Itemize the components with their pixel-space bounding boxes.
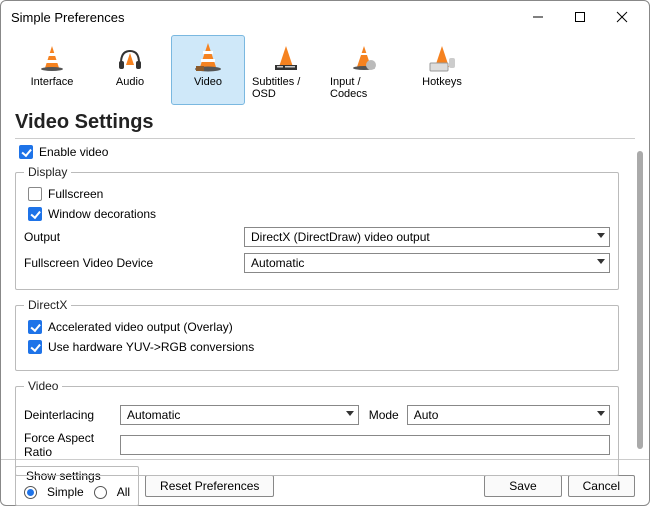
tab-subtitles[interactable]: Subtitles / OSD xyxy=(249,35,323,105)
mode-select[interactable]: Auto xyxy=(407,405,610,425)
maximize-button[interactable] xyxy=(559,3,601,31)
category-toolbar: Interface Audio Video Subtitles / OSD In… xyxy=(1,33,649,109)
fullscreen-checkbox[interactable] xyxy=(28,187,42,201)
tab-hotkeys[interactable]: Hotkeys xyxy=(405,35,479,105)
all-label: All xyxy=(117,485,130,499)
tab-audio[interactable]: Audio xyxy=(93,35,167,105)
video-legend: Video xyxy=(24,379,62,393)
page-title: Video Settings xyxy=(1,109,649,136)
tab-input-codecs[interactable]: Input / Codecs xyxy=(327,35,401,105)
close-button[interactable] xyxy=(601,3,643,31)
fullscreen-label: Fullscreen xyxy=(48,187,103,201)
cone-disc-icon xyxy=(346,42,382,74)
video-group: Video Deinterlacing Automatic Mode Auto … xyxy=(15,379,619,476)
cone-keyboard-icon xyxy=(424,42,460,74)
tab-label: Video xyxy=(194,76,222,88)
tab-label: Hotkeys xyxy=(422,76,462,88)
tab-label: Subtitles / OSD xyxy=(252,76,320,100)
mode-value: Auto xyxy=(414,408,439,422)
chevron-down-icon xyxy=(597,411,605,416)
tab-label: Input / Codecs xyxy=(330,76,398,100)
save-button[interactable]: Save xyxy=(484,475,561,497)
fullscreen-row[interactable]: Fullscreen xyxy=(28,187,610,201)
reset-preferences-button[interactable]: Reset Preferences xyxy=(145,475,274,497)
chevron-down-icon xyxy=(346,411,354,416)
all-radio[interactable] xyxy=(94,486,107,499)
device-label: Fullscreen Video Device xyxy=(24,256,244,270)
yuv-label: Use hardware YUV->RGB conversions xyxy=(48,340,254,354)
tab-interface[interactable]: Interface xyxy=(15,35,89,105)
overlay-label: Accelerated video output (Overlay) xyxy=(48,320,233,334)
minimize-button[interactable] xyxy=(517,3,559,31)
tab-label: Audio xyxy=(116,76,144,88)
titlebar: Simple Preferences xyxy=(1,1,649,33)
cancel-button[interactable]: Cancel xyxy=(568,475,635,497)
cone-subtitles-icon xyxy=(268,42,304,74)
deinterlacing-select[interactable]: Automatic xyxy=(120,405,359,425)
output-select[interactable]: DirectX (DirectDraw) video output xyxy=(244,227,610,247)
device-select[interactable]: Automatic xyxy=(244,253,610,273)
deinterlacing-label: Deinterlacing xyxy=(24,408,120,422)
simple-radio[interactable] xyxy=(24,486,37,499)
headphones-icon xyxy=(112,42,148,74)
cone-icon xyxy=(34,42,70,74)
directx-legend: DirectX xyxy=(24,298,71,312)
enable-video-row[interactable]: Enable video xyxy=(19,145,619,159)
chevron-down-icon xyxy=(597,233,605,238)
deinterlacing-value: Automatic xyxy=(127,408,180,422)
aspect-input[interactable] xyxy=(120,435,610,455)
yuv-row[interactable]: Use hardware YUV->RGB conversions xyxy=(28,340,610,354)
yuv-checkbox[interactable] xyxy=(28,340,42,354)
directx-group: DirectX Accelerated video output (Overla… xyxy=(15,298,619,371)
divider xyxy=(15,138,635,139)
aspect-label: Force Aspect Ratio xyxy=(24,431,120,459)
chevron-down-icon xyxy=(597,259,605,264)
tab-label: Interface xyxy=(31,76,74,88)
settings-content: Enable video Display Fullscreen Window d… xyxy=(1,145,649,455)
enable-video-label: Enable video xyxy=(39,145,108,159)
overlay-row[interactable]: Accelerated video output (Overlay) xyxy=(28,320,610,334)
output-value: DirectX (DirectDraw) video output xyxy=(251,230,430,244)
window-title: Simple Preferences xyxy=(11,10,517,25)
enable-video-checkbox[interactable] xyxy=(19,145,33,159)
overlay-checkbox[interactable] xyxy=(28,320,42,334)
window-decorations-row[interactable]: Window decorations xyxy=(28,207,610,221)
simple-label: Simple xyxy=(47,485,84,499)
display-legend: Display xyxy=(24,165,71,179)
cone-film-icon xyxy=(190,42,226,74)
tab-video[interactable]: Video xyxy=(171,35,245,105)
window-decorations-label: Window decorations xyxy=(48,207,156,221)
window-decorations-checkbox[interactable] xyxy=(28,207,42,221)
display-group: Display Fullscreen Window decorations Ou… xyxy=(15,165,619,290)
scrollbar[interactable] xyxy=(637,151,643,449)
device-value: Automatic xyxy=(251,256,304,270)
mode-label: Mode xyxy=(359,408,407,422)
output-label: Output xyxy=(24,230,244,244)
